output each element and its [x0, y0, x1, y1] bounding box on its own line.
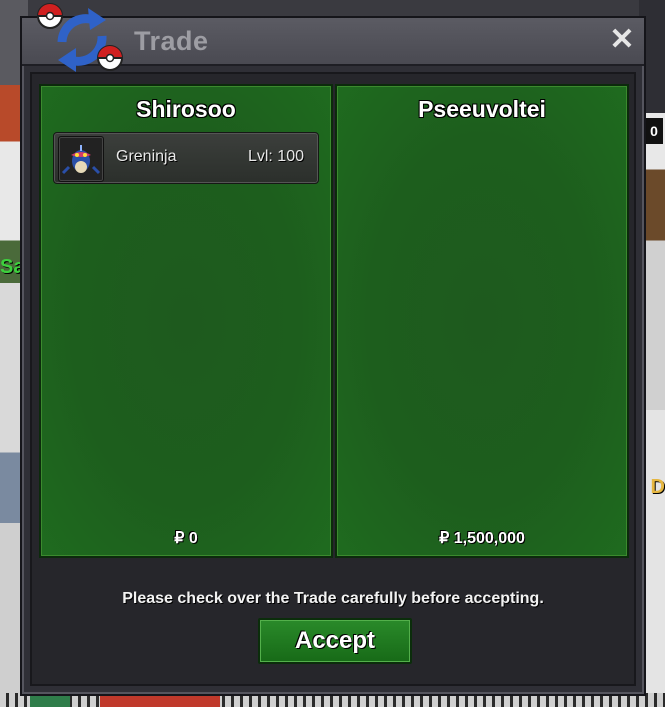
trade-notice: Please check over the Trade carefully be… [122, 590, 544, 607]
pokemon-level: Lvl: 100 [247, 148, 304, 165]
greninja-sprite [61, 145, 101, 175]
trade-panel-self: Shirosoo Greninja Lvl: 100 ₽ 0 [39, 84, 333, 558]
trade-window: Trade ✕ Shirosoo Greninja Lvl: 100 ₽ 0 P… [20, 3, 646, 696]
trade-arrows-icon [37, 3, 123, 72]
panel-player-name: Pseeuvoltei [418, 96, 546, 122]
sign-fragment-right: 0 [645, 118, 663, 144]
close-icon[interactable]: ✕ [608, 24, 636, 56]
money-offer: ₽ 1,500,000 [439, 530, 525, 547]
money-offer: ₽ 0 [174, 530, 198, 547]
pokemon-sprite-icon [58, 136, 104, 182]
trade-content: Shirosoo Greninja Lvl: 100 ₽ 0 Pseeuvolt… [30, 72, 636, 686]
accept-button[interactable]: Accept [258, 618, 412, 664]
trade-panel-partner: Pseeuvoltei ₽ 1,500,000 [335, 84, 629, 558]
panel-player-name: Shirosoo [136, 96, 236, 122]
player-name-fragment-right: D [650, 476, 665, 498]
pokemon-name: Greninja [116, 148, 177, 165]
window-title: Trade [134, 26, 209, 56]
trade-item-slot[interactable]: Greninja Lvl: 100 [53, 132, 319, 184]
